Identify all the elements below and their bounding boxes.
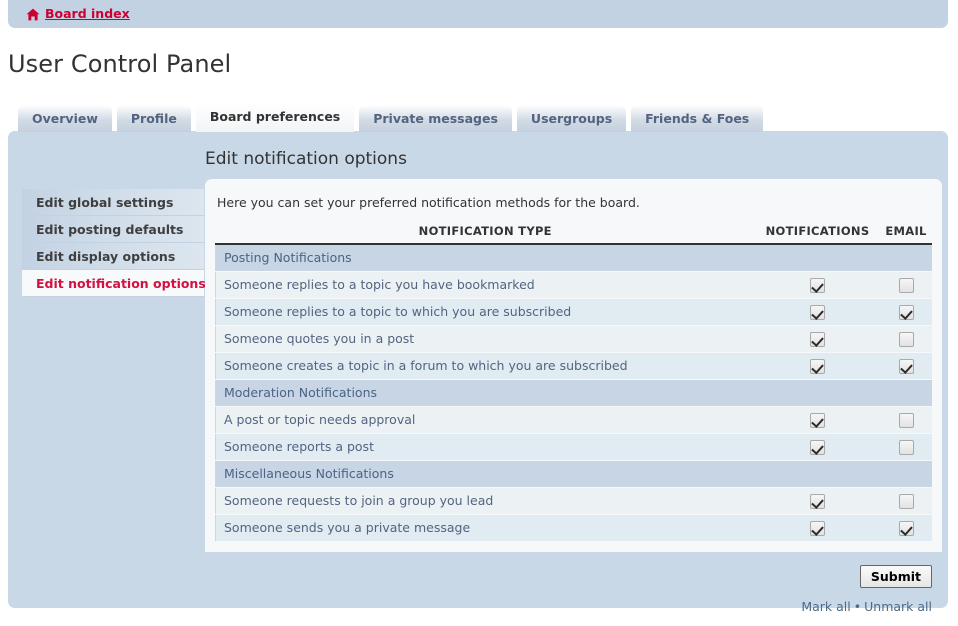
notifications-checkbox-cell (755, 487, 880, 515)
tab-board-preferences[interactable]: Board preferences (195, 101, 355, 132)
table-row: Someone creates a topic in a forum to wh… (215, 352, 932, 380)
notifications-checkbox[interactable] (810, 520, 825, 536)
email-checkbox-cell (880, 325, 932, 353)
notifications-checkbox-cell (755, 271, 880, 299)
notifications-checkbox-cell (755, 406, 880, 434)
panel-description: Here you can set your preferred notifica… (217, 195, 640, 210)
notification-type-label: Someone replies to a topic you have book… (215, 271, 755, 299)
notification-type-label: Someone quotes you in a post (215, 325, 755, 353)
table-row: Someone requests to join a group you lea… (215, 487, 932, 515)
ucp-panel: Edit notification options Edit global se… (8, 131, 948, 614)
email-checkbox[interactable] (898, 520, 914, 536)
breadcrumb-link-board-index[interactable]: Board index (45, 7, 130, 21)
section-label: Posting Notifications (215, 244, 932, 272)
table-row: Someone replies to a topic to which you … (215, 298, 932, 326)
column-header-email: EMAIL (880, 224, 932, 245)
notifications-checkbox[interactable] (810, 439, 825, 455)
ucp-sidebar: Edit global settings Edit posting defaul… (22, 189, 206, 297)
section-label: Moderation Notifications (215, 379, 932, 407)
email-checkbox[interactable] (898, 358, 914, 374)
column-header-notifications: NOTIFICATIONS (755, 224, 880, 245)
tab-overview[interactable]: Overview (18, 105, 112, 132)
submit-button[interactable]: Submit (859, 565, 932, 588)
email-checkbox-cell (880, 433, 932, 461)
email-checkbox-cell (880, 487, 932, 515)
email-checkbox[interactable] (898, 304, 914, 320)
mark-links-separator: • (853, 599, 862, 614)
table-section-row: Posting Notifications (215, 244, 932, 272)
home-icon (26, 8, 40, 21)
notifications-checkbox[interactable] (810, 331, 825, 347)
email-checkbox[interactable] (898, 439, 914, 455)
sidebar-item-edit-posting-defaults[interactable]: Edit posting defaults (22, 216, 204, 243)
tab-private-messages[interactable]: Private messages (359, 105, 512, 132)
notifications-checkbox-cell (755, 298, 880, 326)
notification-options-card: Here you can set your preferred notifica… (205, 179, 942, 552)
email-checkbox-cell (880, 352, 932, 380)
table-header-row: NOTIFICATION TYPE NOTIFICATIONS EMAIL (215, 224, 932, 245)
tab-profile[interactable]: Profile (116, 105, 191, 132)
notifications-checkbox[interactable] (810, 304, 825, 320)
table-row: Someone sends you a private message (215, 514, 932, 542)
sidebar-item-edit-notification-options[interactable]: Edit notification options (22, 270, 206, 297)
column-header-notification-type: NOTIFICATION TYPE (215, 224, 755, 245)
notification-type-label: Someone reports a post (215, 433, 755, 461)
email-checkbox-cell (880, 514, 932, 542)
panel-heading: Edit notification options (205, 149, 407, 169)
mark-all-link[interactable]: Mark all (801, 599, 850, 614)
email-checkbox-cell (880, 298, 932, 326)
notification-type-label: A post or topic needs approval (215, 406, 755, 434)
notifications-checkbox[interactable] (810, 493, 825, 509)
notification-options-body: Posting Notifications Someone replies to … (215, 244, 932, 542)
table-row: Someone quotes you in a post (215, 325, 932, 353)
table-row: A post or topic needs approval (215, 406, 932, 434)
notifications-checkbox-cell (755, 325, 880, 353)
notification-options-table: NOTIFICATION TYPE NOTIFICATIONS EMAIL Po… (215, 224, 932, 542)
notifications-checkbox-cell (755, 433, 880, 461)
unmark-all-link[interactable]: Unmark all (864, 599, 932, 614)
ucp-tabs: Overview Profile Board preferences Priva… (18, 101, 768, 132)
email-checkbox-cell (880, 271, 932, 299)
email-checkbox[interactable] (898, 412, 914, 428)
notifications-checkbox-cell (755, 352, 880, 380)
email-checkbox[interactable] (898, 277, 914, 293)
table-section-row: Moderation Notifications (215, 379, 932, 407)
email-checkbox-cell (880, 406, 932, 434)
notification-type-label: Someone creates a topic in a forum to wh… (215, 352, 755, 380)
table-row: Someone reports a post (215, 433, 932, 461)
table-section-row: Miscellaneous Notifications (215, 460, 932, 488)
notifications-checkbox[interactable] (810, 412, 825, 428)
notification-type-label: Someone replies to a topic to which you … (215, 298, 755, 326)
section-label: Miscellaneous Notifications (215, 460, 932, 488)
sidebar-item-edit-global-settings[interactable]: Edit global settings (22, 189, 204, 216)
notification-type-label: Someone requests to join a group you lea… (215, 487, 755, 515)
notifications-checkbox-cell (755, 514, 880, 542)
notifications-checkbox[interactable] (810, 358, 825, 374)
email-checkbox[interactable] (898, 493, 914, 509)
table-row: Someone replies to a topic you have book… (215, 271, 932, 299)
email-checkbox[interactable] (898, 331, 914, 347)
notification-type-label: Someone sends you a private message (215, 514, 755, 542)
mark-links: Mark all • Unmark all (801, 599, 932, 614)
sidebar-item-edit-display-options[interactable]: Edit display options (22, 243, 204, 270)
page-title: User Control Panel (8, 50, 232, 78)
breadcrumb: Board index (8, 0, 948, 28)
tab-friends-and-foes[interactable]: Friends & Foes (631, 105, 764, 132)
tab-usergroups[interactable]: Usergroups (516, 105, 627, 132)
notifications-checkbox[interactable] (810, 277, 825, 293)
